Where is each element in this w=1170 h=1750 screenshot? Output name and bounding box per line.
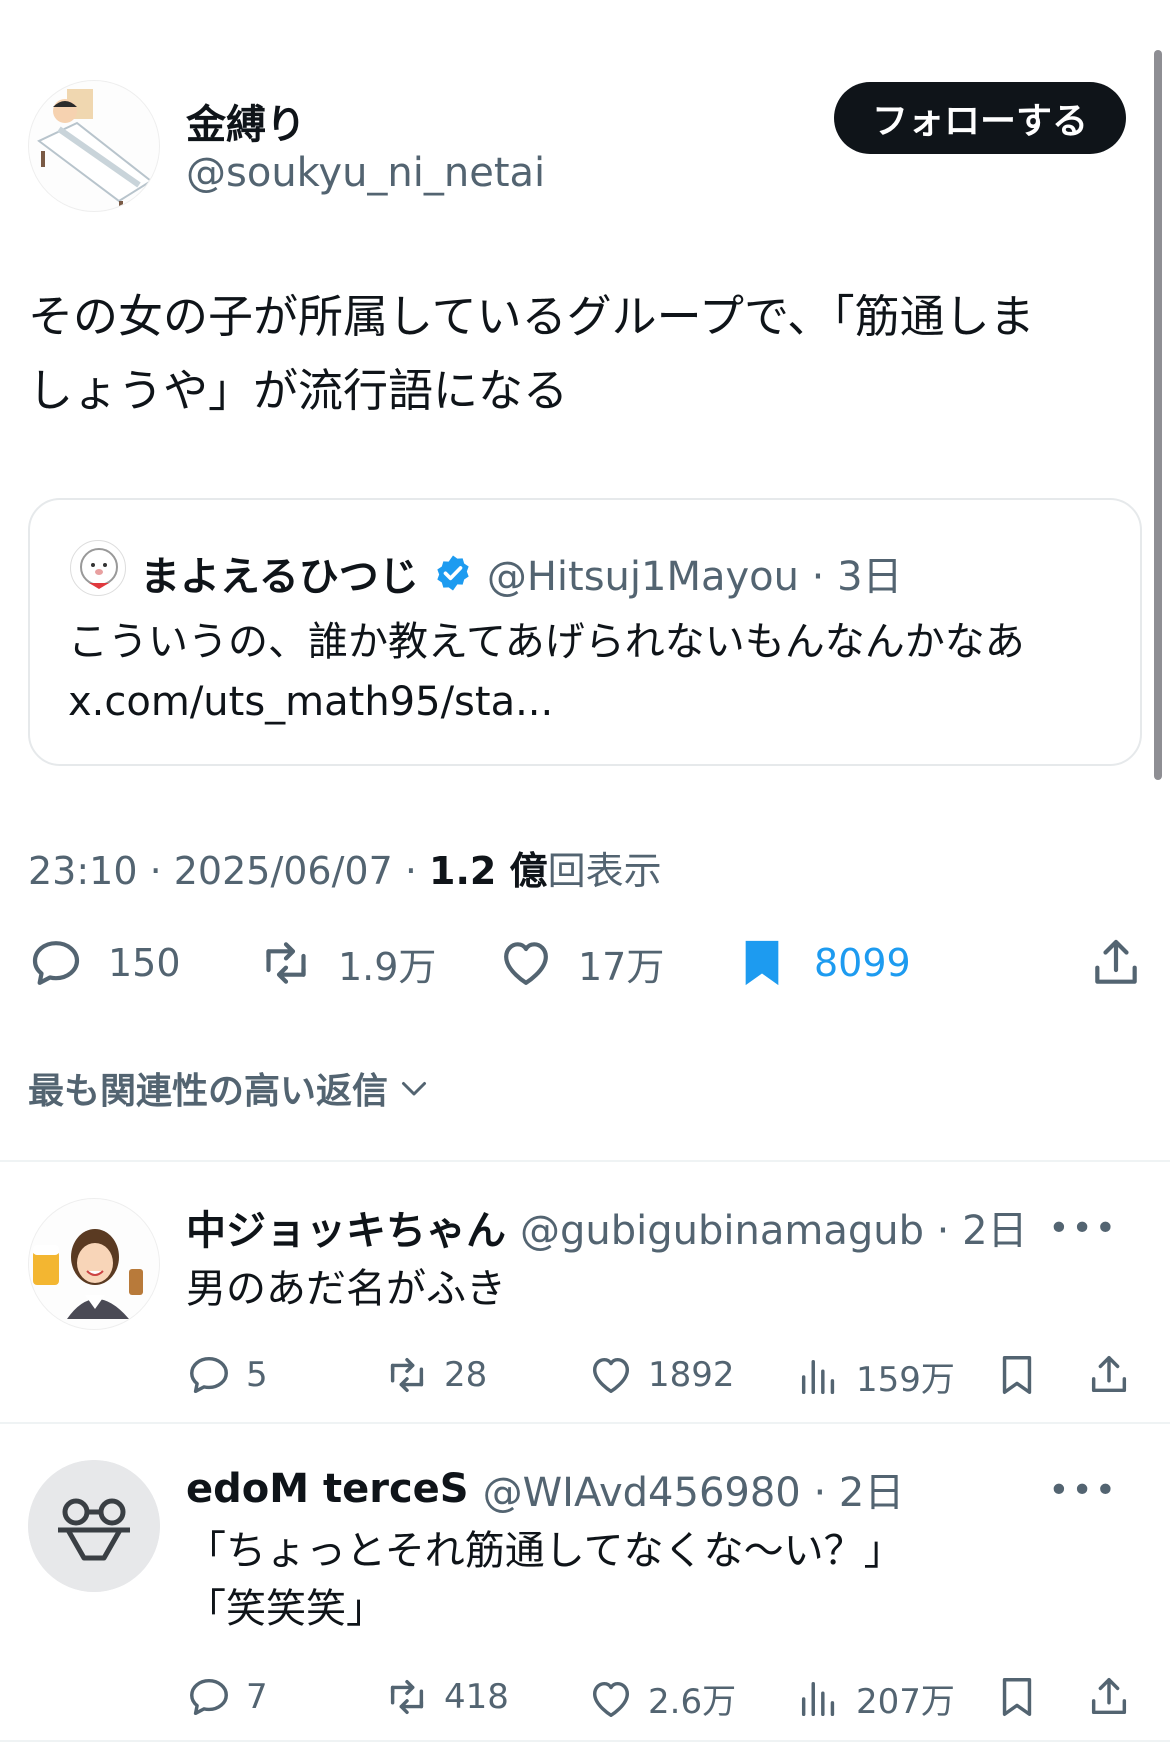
tweet-meta: 23:10 · 2025/06/07 · 1.2 億回表示 — [28, 840, 662, 895]
reply-action-bar: 7 418 2.6万 207万 — [186, 1674, 1146, 1724]
bookmark-count: 8099 — [814, 941, 911, 985]
retweet-button[interactable]: 28 — [384, 1352, 487, 1398]
retweet-button[interactable]: 418 — [384, 1674, 509, 1720]
quote-text-line: こういうの、誰か教えてあげられないもんなんかなあ — [68, 619, 1025, 665]
reply-button[interactable]: 7 — [186, 1674, 268, 1720]
reply-count: 5 — [246, 1355, 268, 1395]
quote-text: こういうの、誰か教えてあげられないもんなんかなあ x.com/uts_math9… — [68, 612, 1128, 732]
reply-icon — [190, 1678, 228, 1716]
tweet-text-line: しょうや」が流行語になる — [28, 364, 569, 417]
quote-avatar — [70, 540, 126, 596]
reply-sort-selector[interactable]: 最も関連性の高い返信 — [28, 1062, 432, 1114]
reply-icon — [190, 1356, 228, 1394]
retweet-count: 1.9万 — [338, 944, 437, 989]
follow-button[interactable]: フォローする — [834, 82, 1126, 154]
views-icon — [801, 1359, 835, 1394]
bookmark-icon — [1002, 1356, 1032, 1394]
like-count: 17万 — [578, 944, 665, 989]
divider — [0, 1740, 1170, 1742]
like-icon — [504, 942, 548, 985]
like-icon — [592, 1681, 630, 1717]
scrollbar[interactable] — [1154, 50, 1162, 780]
reply-author-handle[interactable]: @gubigubinamagub · 2日 — [520, 1198, 1028, 1256]
share-icon — [1095, 939, 1137, 984]
share-button[interactable] — [1086, 1352, 1132, 1398]
quote-author-handle[interactable]: @Hitsuj1Mayou · 3日 — [487, 544, 903, 602]
quote-header: まよえるひつじ @Hitsuj1Mayou · 3日 — [140, 544, 903, 602]
views-icon — [801, 1681, 835, 1716]
reply-button[interactable]: 150 — [28, 935, 181, 991]
retweet-count: 28 — [444, 1355, 488, 1395]
reply-avatar[interactable] — [28, 1460, 160, 1592]
author-name[interactable]: 金縛り — [186, 92, 306, 150]
reply-text-line: 「笑笑笑」 — [186, 1586, 386, 1632]
reply-count: 150 — [108, 941, 181, 985]
share-icon — [1091, 1678, 1127, 1715]
views-count: 207万 — [856, 1682, 955, 1722]
reply-author-name[interactable]: edoM terceS — [186, 1466, 469, 1512]
retweet-icon — [390, 1679, 424, 1715]
reply-author-handle[interactable]: @WIAvd456980 · 2日 — [483, 1460, 905, 1518]
reply-text-line: 男のあだ名がふき — [186, 1266, 506, 1312]
reply-sort-label: 最も関連性の高い返信 — [28, 1071, 389, 1112]
reply-author-name[interactable]: 中ジョッキちゃん — [186, 1198, 506, 1256]
view-label: 回表示 — [547, 849, 662, 893]
tweet-text: その女の子が所属しているグループで、「筋通しま しょうや」が流行語になる — [28, 280, 1138, 428]
author-avatar[interactable] — [28, 80, 160, 212]
reply-avatar[interactable] — [28, 1198, 160, 1330]
reply-header: 中ジョッキちゃん @gubigubinamagub · 2日 — [186, 1198, 1028, 1256]
reply-icon — [32, 941, 80, 985]
reply-action-bar: 5 28 1892 159万 — [186, 1352, 1146, 1402]
views-button[interactable]: 159万 — [796, 1352, 955, 1401]
reply-text: 「ちょっとそれ筋通してなくな〜い？」 「笑笑笑」 — [186, 1522, 1086, 1638]
view-count: 1.2 億 — [429, 849, 548, 893]
quote-link[interactable]: x.com/uts_math95/sta... — [68, 672, 1128, 732]
retweet-icon — [390, 1357, 424, 1393]
tweet-text-line: その女の子が所属しているグループで、「筋通しま — [28, 290, 1035, 343]
retweet-icon — [266, 942, 306, 984]
bookmark-icon — [745, 940, 779, 986]
like-button[interactable]: 17万 — [498, 935, 664, 991]
like-count: 1892 — [648, 1355, 735, 1395]
quote-author-name[interactable]: まよえるひつじ — [140, 544, 419, 602]
reply-header: edoM terceS @WIAvd456980 · 2日 — [186, 1460, 904, 1518]
reply-item[interactable]: 中ジョッキちゃん @gubigubinamagub · 2日 ••• 男のあだ名… — [0, 1160, 1170, 1422]
chevron-down-icon — [402, 1082, 427, 1096]
retweet-count: 418 — [444, 1677, 509, 1717]
share-icon — [1091, 1356, 1127, 1393]
more-icon[interactable]: ••• — [1048, 1470, 1118, 1511]
share-button[interactable] — [1088, 935, 1144, 991]
like-button[interactable]: 1892 — [588, 1352, 735, 1398]
verified-icon — [437, 555, 469, 591]
tweet-action-bar: 150 1.9万 17万 8099 — [28, 935, 1148, 995]
reply-text: 男のあだ名がふき — [186, 1260, 1086, 1318]
views-button[interactable]: 207万 — [796, 1674, 955, 1723]
bookmark-icon — [1002, 1678, 1032, 1716]
bookmark-button[interactable] — [994, 1352, 1040, 1398]
quote-tweet-card[interactable]: まよえるひつじ @Hitsuj1Mayou · 3日 こういうの、誰か教えてあげ… — [28, 498, 1142, 766]
reply-count: 7 — [246, 1677, 268, 1717]
like-count: 2.6万 — [648, 1682, 737, 1722]
tweet-header: 金縛り @soukyu_ni_netai フォローする — [28, 80, 1148, 215]
reply-button[interactable]: 5 — [186, 1352, 268, 1398]
views-count: 159万 — [856, 1360, 955, 1400]
retweet-button[interactable]: 1.9万 — [258, 935, 436, 991]
tweet-timestamp[interactable]: 23:10 · 2025/06/07 · — [28, 849, 429, 893]
share-button[interactable] — [1086, 1674, 1132, 1720]
bookmark-button[interactable] — [994, 1674, 1040, 1720]
like-icon — [592, 1357, 630, 1394]
reply-item[interactable]: edoM terceS @WIAvd456980 · 2日 ••• 「ちょっとそ… — [0, 1422, 1170, 1750]
like-button[interactable]: 2.6万 — [588, 1674, 736, 1723]
reply-text-line: 「ちょっとそれ筋通してなくな〜い？」 — [186, 1528, 904, 1574]
author-handle[interactable]: @soukyu_ni_netai — [186, 150, 545, 196]
bookmark-button[interactable]: 8099 — [734, 935, 911, 991]
more-icon[interactable]: ••• — [1048, 1208, 1118, 1249]
